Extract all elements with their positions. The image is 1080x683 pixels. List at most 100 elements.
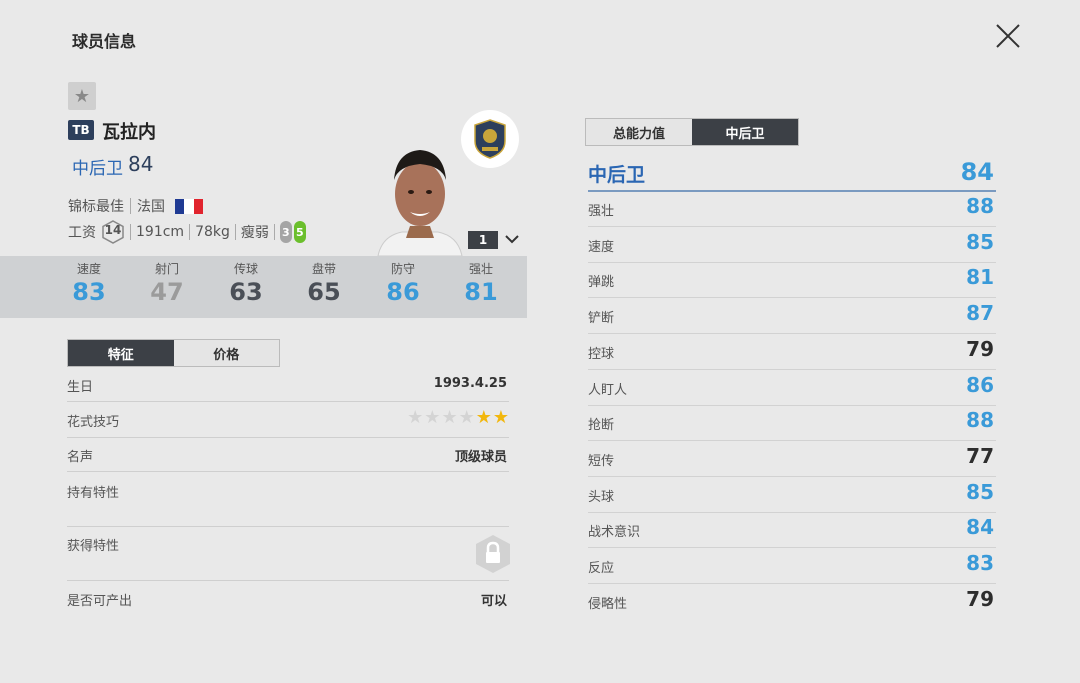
build-value: 瘦弱 [240, 225, 269, 241]
strong-foot-value: 5 [296, 225, 304, 239]
attribute-name: 反应 [588, 561, 615, 576]
stat-label: 速度 [76, 262, 101, 276]
player-overall: 84 [128, 152, 154, 176]
tab-cb[interactable]: 中后卫 [692, 119, 798, 145]
wage-value: 14 [104, 223, 122, 237]
divider [234, 224, 236, 240]
team-nation-row: 锦标最佳 法国 [68, 196, 203, 216]
attribute-row: 控球 79 [588, 334, 996, 370]
page-title: 球员信息 [72, 32, 137, 51]
attribute-name: 抢断 [588, 418, 615, 434]
star-empty-icon: ★ [441, 407, 458, 428]
attribute-row: 速度 85 [588, 227, 996, 263]
attribute-row: 头球 85 [588, 477, 996, 513]
attribute-row: 短传 77 [588, 441, 996, 477]
tab-traits[interactable]: 特征 [68, 340, 174, 366]
wage-label: 工资 [68, 225, 96, 241]
divider [130, 224, 131, 240]
stat-label: 传球 [233, 262, 258, 276]
attribute-position-value: 84 [960, 158, 994, 186]
info-tabs: 特征 价格 [67, 339, 280, 367]
attribute-value: 88 [966, 408, 994, 433]
stat-label: 防守 [390, 262, 415, 276]
attribute-name: 弹跳 [588, 275, 615, 291]
close-icon[interactable] [994, 22, 1022, 50]
reputation-row: 名声 顶级球员 [67, 438, 509, 472]
stat-value: 47 [150, 278, 184, 306]
tradable-row: 是否可产出 可以 [67, 581, 509, 616]
reputation-value: 顶级球员 [454, 450, 507, 465]
shield-icon [474, 119, 506, 159]
star-empty-icon: ★ [407, 407, 424, 428]
nation-name: 法国 [137, 199, 165, 215]
attribute-name: 控球 [588, 346, 615, 362]
attribute-value: 83 [966, 551, 994, 575]
weight-value: 78kg [195, 224, 230, 240]
divider [273, 224, 275, 240]
favorite-button[interactable]: ★ [68, 82, 96, 110]
stat-item: 防守 86 [368, 260, 438, 307]
attribute-value: 77 [966, 443, 994, 468]
attribute-value: 79 [966, 586, 994, 611]
attribute-position: 中后卫 [588, 164, 646, 186]
physical-row: 工资 14 191cm 78kg 瘦弱 3 5 [68, 220, 306, 244]
attribute-value: 86 [966, 372, 994, 397]
tab-price[interactable]: 价格 [173, 340, 279, 366]
stat-label: 强壮 [468, 262, 493, 276]
stat-label: 盘带 [311, 262, 336, 276]
lock-icon[interactable] [474, 534, 512, 574]
attribute-row: 强壮 88 [588, 191, 996, 227]
attribute-name: 强壮 [588, 204, 615, 219]
reputation-label: 名声 [67, 450, 94, 465]
stat-item: 射门 47 [132, 260, 202, 307]
stat-item: 盘带 65 [289, 260, 359, 307]
attribute-name: 速度 [588, 239, 615, 255]
attribute-name: 铲断 [588, 311, 615, 327]
divider [189, 224, 191, 240]
attribute-row: 反应 83 [588, 548, 996, 584]
birthday-row: 生日 1993.4.25 [67, 366, 509, 402]
attribute-row: 人盯人 86 [588, 370, 996, 406]
attribute-row: 战术意识 84 [588, 512, 996, 549]
owned-traits-row: 持有特性 [67, 472, 509, 527]
star-filled-icon: ★ [475, 407, 492, 428]
stat-value: 63 [229, 278, 263, 306]
team-name: 锦标最佳 [68, 199, 124, 215]
attribute-row: 弹跳 81 [588, 262, 996, 299]
team-badge [461, 110, 519, 168]
birthday-value: 1993.4.25 [433, 376, 507, 391]
divider [130, 198, 131, 214]
stat-value: 86 [386, 278, 420, 306]
tab-overall[interactable]: 总能力值 [586, 119, 692, 145]
upgrade-level[interactable]: 1 [468, 231, 498, 249]
attribute-name: 人盯人 [588, 382, 628, 398]
skill-stars: ★ ★ ★ ★ ★ ★ [407, 407, 509, 428]
obtained-traits-label: 获得特性 [67, 539, 120, 554]
height-value: 191cm [136, 224, 185, 240]
skill-row: 花式技巧 ★ ★ ★ ★ ★ ★ [67, 402, 509, 438]
obtained-traits-row: 获得特性 [67, 527, 509, 581]
attribute-value: 85 [966, 479, 994, 504]
attribute-row: 侵略性 79 [588, 584, 996, 619]
weak-foot-icon: 3 [279, 221, 292, 243]
chevron-down-icon[interactable] [503, 230, 521, 248]
stat-label: 射门 [154, 262, 179, 276]
stat-value: 81 [464, 278, 498, 306]
attribute-name: 短传 [588, 453, 615, 469]
attribute-value: 88 [966, 194, 994, 218]
attribute-value: 79 [966, 336, 994, 361]
season-badge: TB [68, 120, 94, 140]
france-flag-icon [175, 198, 203, 214]
attribute-value: 81 [966, 265, 994, 290]
stat-value: 65 [307, 278, 341, 306]
attribute-value: 85 [966, 229, 994, 254]
attribute-name: 侵略性 [588, 596, 628, 612]
star-icon: ★ [73, 85, 91, 107]
tradable-value: 可以 [480, 594, 507, 609]
stat-item: 速度 83 [54, 260, 124, 307]
skill-label: 花式技巧 [67, 415, 120, 430]
weak-foot-value: 3 [282, 225, 290, 239]
attribute-value: 84 [966, 515, 994, 540]
owned-traits-label: 持有特性 [67, 486, 120, 501]
star-empty-icon: ★ [458, 407, 475, 428]
